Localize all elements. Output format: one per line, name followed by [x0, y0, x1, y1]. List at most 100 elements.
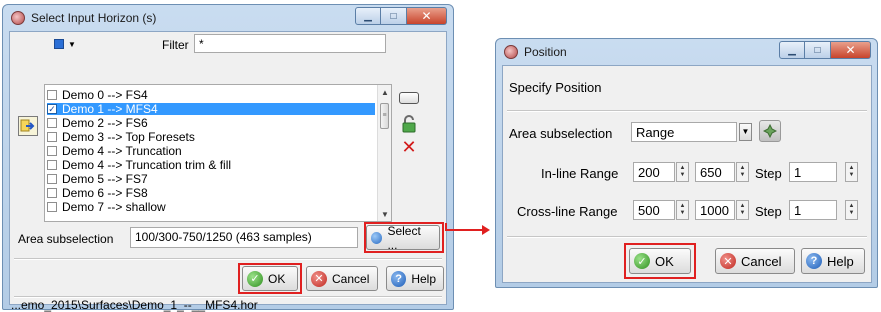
- chevron-down-icon: ▼: [68, 39, 76, 49]
- checkbox[interactable]: [47, 132, 57, 142]
- close-icon[interactable]: ✕: [407, 7, 447, 25]
- color-swatch-icon: [54, 39, 65, 49]
- horizon-label: Demo 4 --> Truncation: [62, 144, 182, 158]
- list-item[interactable]: ✓ Demo 1 --> MFS4: [47, 103, 375, 115]
- left-titlebar[interactable]: Select Input Horizon (s) ▁ □ ✕: [9, 5, 447, 31]
- help-icon: ?: [806, 253, 822, 269]
- checkbox[interactable]: [47, 118, 57, 128]
- minimize-icon[interactable]: ▁: [355, 7, 381, 25]
- minimize-icon[interactable]: ▁: [779, 41, 805, 59]
- ok-highlight: [238, 263, 302, 294]
- area-subselection-combo[interactable]: Range: [631, 122, 737, 142]
- list-item[interactable]: Demo 2 --> FS6: [47, 117, 375, 129]
- connector-line-right: [445, 229, 483, 231]
- cancel-button[interactable]: ✕ Cancel: [306, 266, 378, 291]
- crossline-start-input[interactable]: 500: [633, 200, 675, 220]
- horizon-label: Demo 0 --> FS4: [62, 88, 148, 102]
- horizon-label: Demo 3 --> Top Foresets: [62, 130, 195, 144]
- help-button-label: Help: [827, 253, 854, 269]
- list-item[interactable]: Demo 0 --> FS4: [47, 89, 375, 101]
- inline-range-label: In-line Range: [541, 166, 619, 181]
- maximize-icon[interactable]: □: [805, 41, 831, 59]
- app-logo-icon: [11, 11, 25, 25]
- specify-position-heading: Specify Position: [509, 80, 602, 95]
- area-subselection-label: Area subselection: [18, 232, 114, 246]
- scroll-up-icon[interactable]: ▲: [378, 85, 391, 99]
- position-window: Position ▁ □ ✕ Specify Position Area sub…: [495, 38, 878, 288]
- crossline-stop-input[interactable]: 1000: [695, 200, 735, 220]
- horizon-label: Demo 4 --> Truncation trim & fill: [62, 158, 232, 172]
- ok-highlight: [624, 243, 696, 279]
- checkbox[interactable]: [47, 90, 57, 100]
- crossline-stop-stepper[interactable]: ▲ ▼: [736, 200, 749, 220]
- cancel-icon: ✕: [720, 253, 736, 269]
- checkbox[interactable]: [47, 174, 57, 184]
- crossline-range-label: Cross-line Range: [517, 204, 618, 219]
- scroll-thumb[interactable]: ≡: [380, 103, 389, 129]
- right-window-title: Position: [524, 45, 567, 59]
- checkbox[interactable]: [47, 188, 57, 198]
- lock-icon[interactable]: [400, 114, 418, 134]
- left-client-area: ▼ Filter * Demo 0 --> FS4 ✓ Demo 1 --> M…: [9, 31, 447, 305]
- right-titlebar[interactable]: Position ▁ □ ✕: [502, 39, 871, 65]
- cancel-button-label: Cancel: [332, 271, 370, 286]
- inline-step-input[interactable]: 1: [789, 162, 837, 182]
- crossline-step-stepper[interactable]: ▲ ▼: [845, 200, 858, 220]
- list-item[interactable]: Demo 4 --> Truncation: [47, 145, 375, 157]
- remove-icon[interactable]: ✕: [400, 137, 418, 157]
- status-path: ...emo_2015\Surfaces\Demo_1_--__MFS4.hor: [11, 298, 258, 312]
- area-subselection-value: 100/300-750/1250 (463 samples): [130, 227, 358, 248]
- list-item[interactable]: Demo 7 --> shallow: [47, 201, 375, 213]
- inline-start-stepper[interactable]: ▲ ▼: [676, 162, 689, 182]
- crossline-start-stepper[interactable]: ▲ ▼: [676, 200, 689, 220]
- separator: [507, 110, 867, 112]
- help-button[interactable]: ? Help: [801, 248, 865, 274]
- select-highlight: [364, 222, 444, 253]
- list-scrollbar[interactable]: ▲ ≡ ▼: [377, 85, 391, 221]
- list-item[interactable]: Demo 6 --> FS8: [47, 187, 375, 199]
- connector-arrow-icon: [482, 225, 490, 235]
- area-tool-icon[interactable]: [759, 120, 781, 142]
- right-client-area: Specify Position Area subselection Range…: [502, 65, 872, 283]
- area-subselection-label: Area subselection: [509, 126, 613, 141]
- close-icon[interactable]: ✕: [831, 41, 871, 59]
- separator: [14, 258, 442, 260]
- chevron-down-icon[interactable]: ▼: [739, 123, 752, 141]
- crossline-step-label: Step: [755, 204, 782, 219]
- list-item[interactable]: Demo 5 --> FS7: [47, 173, 375, 185]
- crossline-step-input[interactable]: 1: [789, 200, 837, 220]
- display-icon[interactable]: [398, 90, 420, 106]
- select-input-horizon-window: Select Input Horizon (s) ▁ □ ✕ ▼ Filter …: [2, 4, 454, 312]
- filter-label: Filter: [162, 38, 189, 52]
- horizon-label: Demo 1 --> MFS4: [62, 102, 158, 116]
- filter-input[interactable]: *: [194, 34, 386, 53]
- cancel-button-label: Cancel: [741, 253, 782, 269]
- list-item[interactable]: Demo 3 --> Top Foresets: [47, 131, 375, 143]
- left-window-title: Select Input Horizon (s): [31, 11, 157, 25]
- inline-start-input[interactable]: 200: [633, 162, 675, 182]
- scroll-down-icon[interactable]: ▼: [378, 207, 391, 221]
- help-icon: ?: [391, 270, 407, 287]
- horizon-label: Demo 2 --> FS6: [62, 116, 148, 130]
- inline-stop-stepper[interactable]: ▲ ▼: [736, 162, 749, 182]
- horizon-label: Demo 5 --> FS7: [62, 172, 148, 186]
- checkbox[interactable]: [47, 202, 57, 212]
- swap-arrow-icon[interactable]: [18, 116, 38, 136]
- checkbox[interactable]: [47, 146, 57, 156]
- cancel-button[interactable]: ✕ Cancel: [715, 248, 795, 274]
- checkbox[interactable]: ✓: [47, 104, 57, 114]
- horizon-list[interactable]: Demo 0 --> FS4 ✓ Demo 1 --> MFS4 Demo 2 …: [44, 84, 392, 222]
- list-item[interactable]: Demo 4 --> Truncation trim & fill: [47, 159, 375, 171]
- cancel-icon: ✕: [311, 270, 327, 287]
- horizon-label: Demo 6 --> FS8: [62, 186, 148, 200]
- separator: [507, 236, 867, 238]
- inline-step-label: Step: [755, 166, 782, 181]
- checkbox[interactable]: [47, 160, 57, 170]
- color-selector-button[interactable]: ▼: [52, 37, 78, 51]
- app-logo-icon: [504, 45, 518, 59]
- maximize-icon[interactable]: □: [381, 7, 407, 25]
- inline-stop-input[interactable]: 650: [695, 162, 735, 182]
- help-button-label: Help: [411, 271, 436, 286]
- inline-step-stepper[interactable]: ▲ ▼: [845, 162, 858, 182]
- help-button[interactable]: ? Help: [386, 266, 444, 291]
